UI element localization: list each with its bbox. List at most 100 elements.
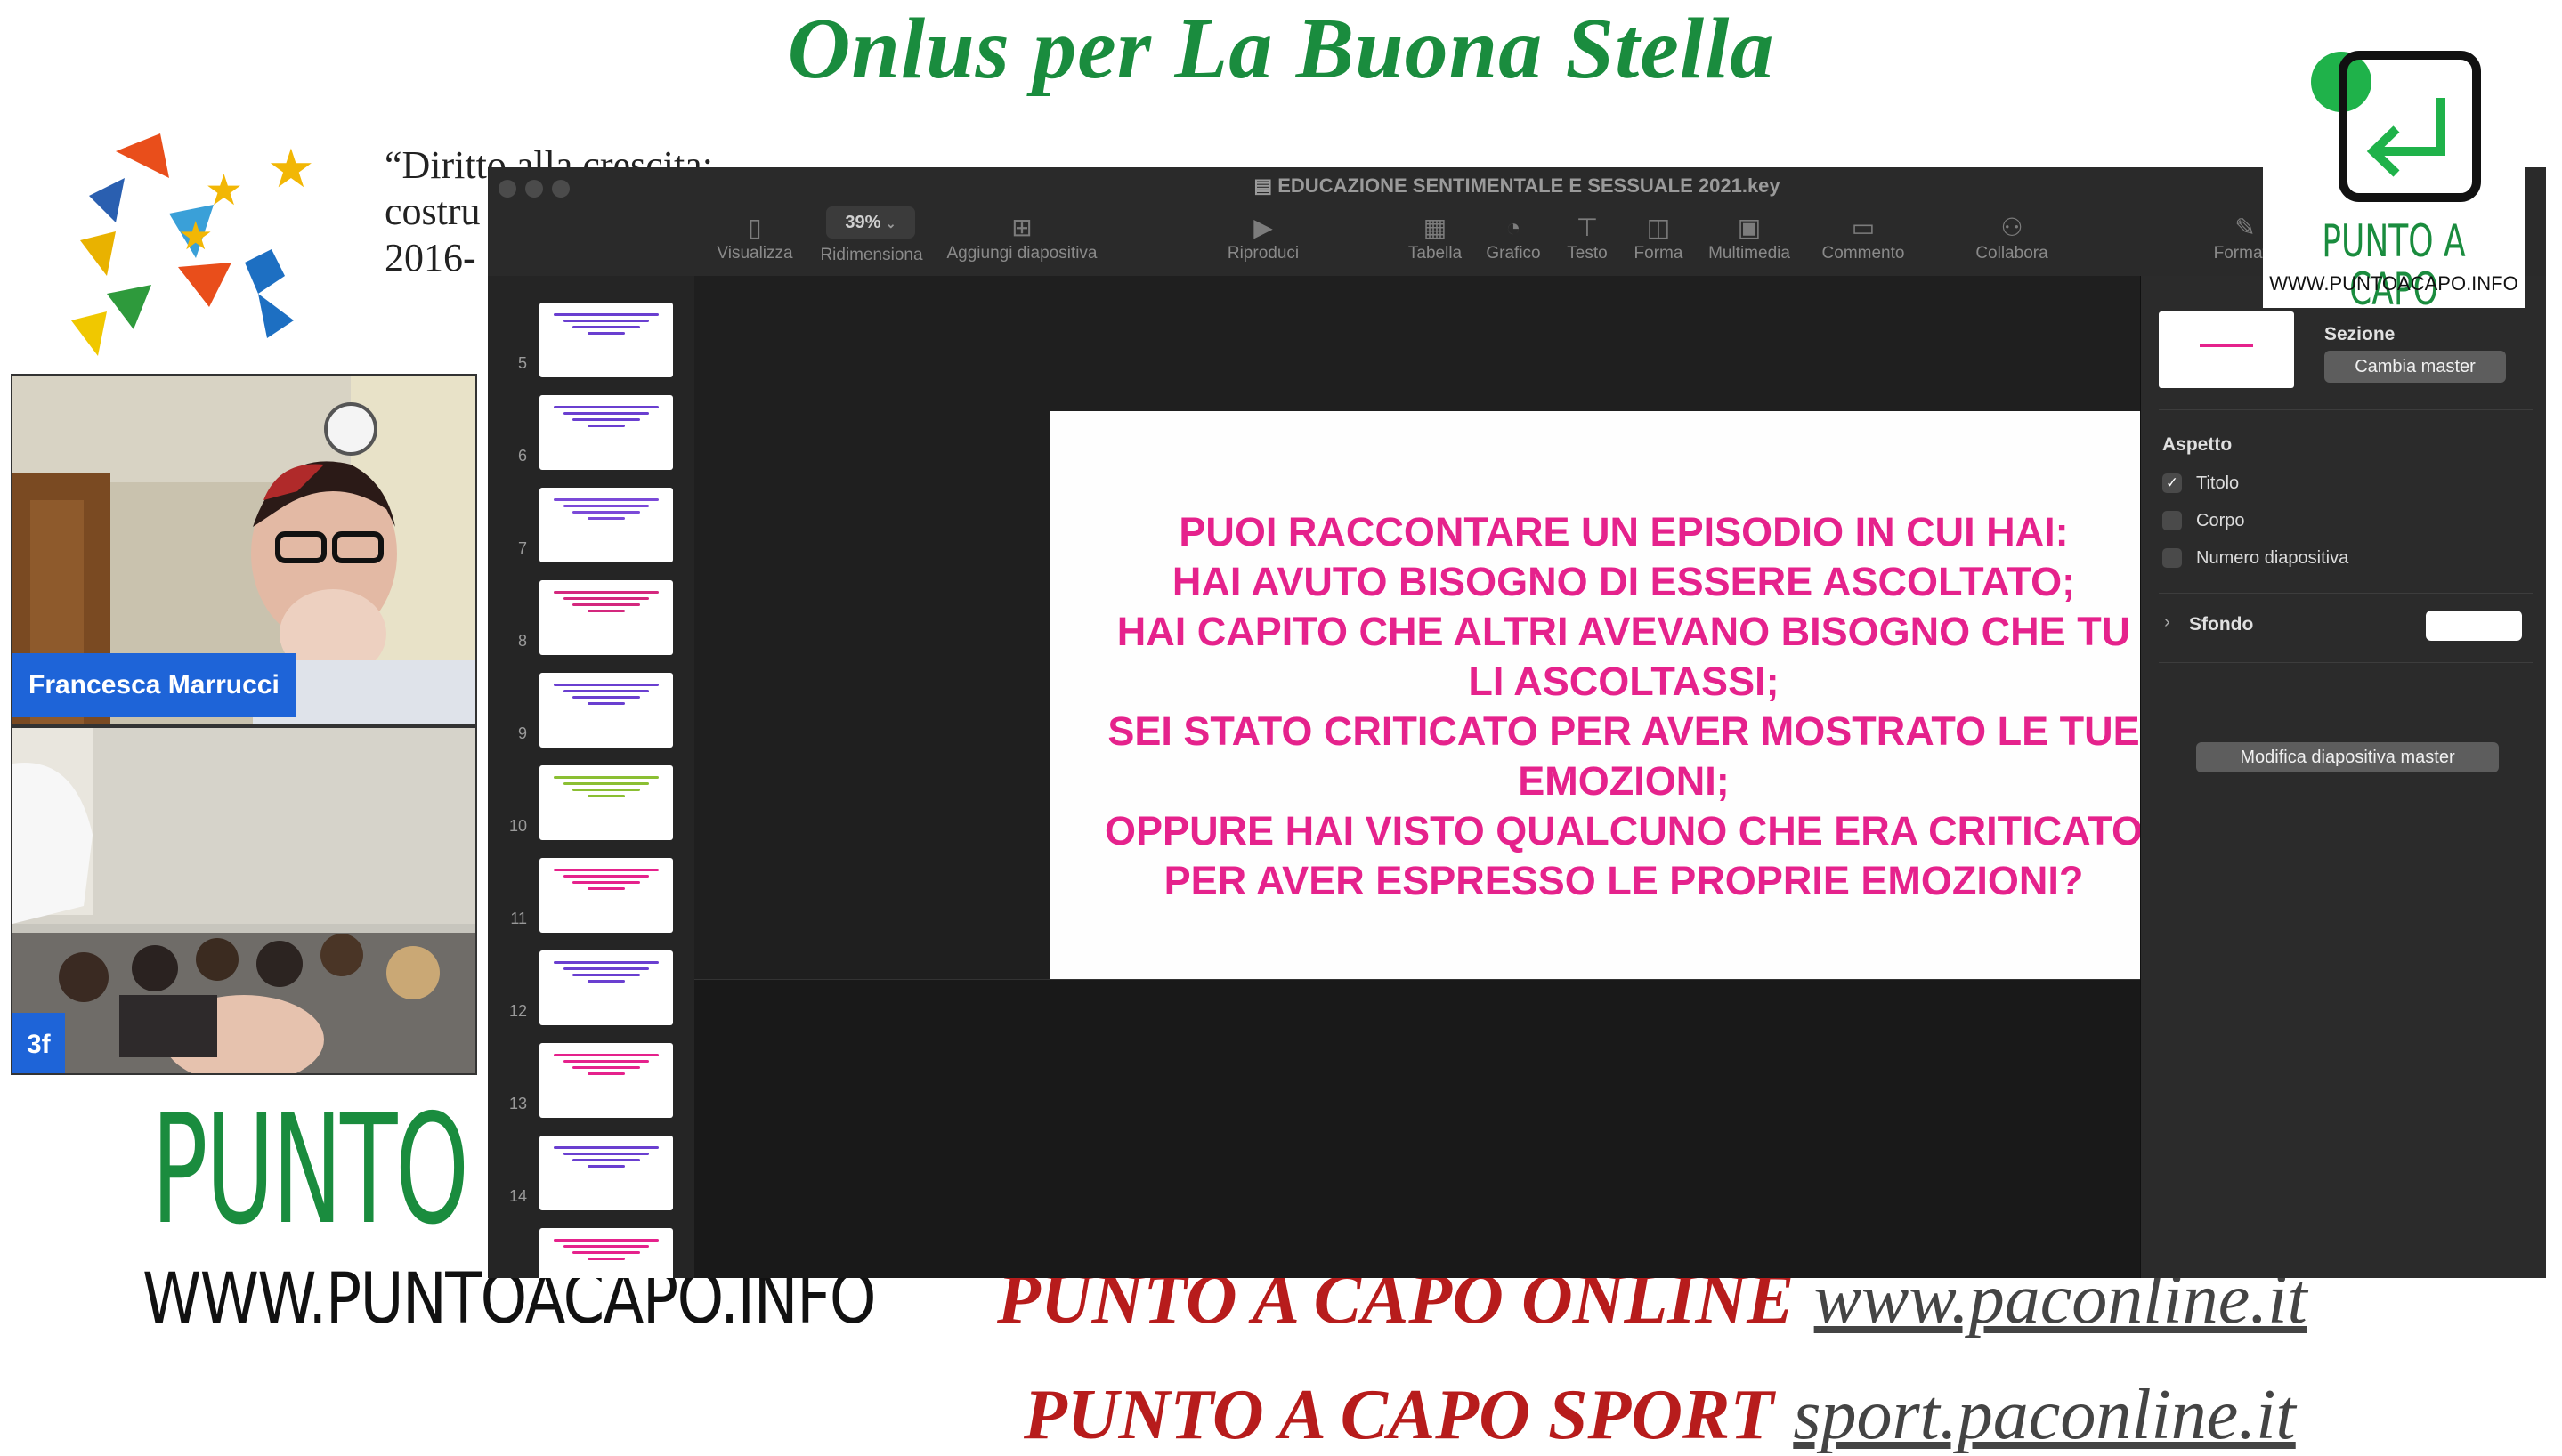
zoom-dropdown[interactable]: 39% ⌄ bbox=[826, 206, 915, 239]
slide-text-line: PUOI RACCONTARE UN EPISODIO IN CUI HAI: bbox=[1179, 509, 2069, 554]
corner-logo-text: PUNTO A CAPO bbox=[2322, 215, 2466, 315]
chart-icon: ◔ bbox=[1505, 214, 1521, 241]
slide-thumbnail[interactable] bbox=[539, 858, 673, 933]
shape-icon: ◫ bbox=[1646, 214, 1671, 241]
add-slide-button[interactable]: ⊞ Aggiungi diapositiva bbox=[942, 212, 1102, 263]
add-slide-icon: ⊞ bbox=[1011, 214, 1033, 241]
comment-button[interactable]: ▭ Commento bbox=[1814, 212, 1912, 263]
chevron-down-icon: ⌄ bbox=[885, 216, 896, 231]
slide-thumbnail[interactable] bbox=[539, 303, 673, 377]
thumbnail-text-line bbox=[563, 1060, 650, 1063]
thumbnail-text-line bbox=[588, 980, 625, 983]
change-master-button[interactable]: Cambia master bbox=[2324, 351, 2506, 383]
participant-name-tag: 3f bbox=[12, 1013, 65, 1073]
slide-thumbnail[interactable] bbox=[539, 1136, 673, 1210]
window-title: ▤ EDUCAZIONE SENTIMENTALE E SESSUALE 202… bbox=[488, 174, 2546, 198]
slide-thumbnail[interactable] bbox=[539, 488, 673, 562]
table-icon: ▦ bbox=[1423, 214, 1447, 241]
table-label: Tabella bbox=[1407, 244, 1463, 263]
background-color-well[interactable] bbox=[2426, 611, 2522, 641]
master-title-line bbox=[2200, 344, 2253, 347]
shape-label: Forma bbox=[1634, 244, 1683, 263]
slide-thumbnail[interactable] bbox=[539, 395, 673, 470]
thumbnail-text-line bbox=[572, 1159, 640, 1161]
play-button[interactable]: ▶ Riproduci bbox=[1214, 212, 1312, 263]
slide-number-label: 7 bbox=[517, 539, 527, 557]
thumbnail-text-line bbox=[554, 498, 659, 501]
sidebar-view-icon: ▯ bbox=[748, 214, 762, 241]
slide-number-label: 13 bbox=[508, 1095, 527, 1112]
window-title-text: EDUCAZIONE SENTIMENTALE E SESSUALE 2021.… bbox=[1277, 174, 1780, 197]
slide-number-checkbox[interactable] bbox=[2162, 548, 2182, 568]
collaborate-button[interactable]: ⚇ Collabora bbox=[1967, 212, 2056, 263]
appearance-label: Aspetto bbox=[2162, 434, 2233, 455]
thumbnail-text-line bbox=[563, 320, 650, 322]
collaborate-label: Collabora bbox=[1975, 244, 2048, 263]
media-button[interactable]: ▣ Multimedia bbox=[1700, 212, 1798, 263]
thumbnail-text-line bbox=[563, 1245, 650, 1248]
slide-thumbnail[interactable] bbox=[539, 765, 673, 840]
title-checkbox[interactable]: ✓ bbox=[2162, 473, 2182, 493]
thumbnail-text-line bbox=[572, 1251, 640, 1254]
slide-text-line: SEI STATO CRITICATO PER AVER MOSTRATO LE… bbox=[1107, 708, 2140, 754]
thumbnail-text-line bbox=[554, 1239, 659, 1242]
webcam-feed-image bbox=[12, 728, 475, 1073]
punto-a-capo-logo: PUNTO A CAPO WWW.PUNTOACAPO.INFO bbox=[2263, 36, 2525, 313]
slide-text-line: LI ASCOLTASSI; bbox=[1468, 659, 1780, 704]
edit-master-slide-button[interactable]: Modifica diapositiva master bbox=[2196, 742, 2499, 772]
resize-label: Ridimensiona bbox=[820, 246, 923, 264]
slide-text-line: EMOZIONI; bbox=[1518, 758, 1730, 804]
slide-thumbnail[interactable] bbox=[539, 580, 673, 655]
slide-thumbnail[interactable] bbox=[539, 673, 673, 748]
background-label[interactable]: Sfondo bbox=[2189, 614, 2253, 635]
thumbnail-text-line bbox=[554, 1054, 659, 1056]
return-arrow-icon bbox=[2311, 51, 2481, 202]
play-icon: ▶ bbox=[1253, 214, 1273, 241]
presenter-notes-area[interactable] bbox=[694, 979, 2183, 1278]
master-thumbnail[interactable] bbox=[2159, 311, 2294, 388]
thumbnail-text-line bbox=[572, 418, 640, 421]
chart-button[interactable]: ◔ Grafico bbox=[1478, 212, 1549, 263]
slide-text-line: HAI AVUTO BISOGNO DI ESSERE ASCOLTATO; bbox=[1172, 559, 2076, 604]
footer-sport-url[interactable]: sport.paconline.it bbox=[1793, 1376, 2295, 1454]
thumbnail-text-line bbox=[588, 795, 625, 797]
participant-name-tag: Francesca Marrucci bbox=[12, 653, 296, 717]
thumbnail-text-line bbox=[588, 1072, 625, 1075]
checkmark-icon: ✓ bbox=[2165, 474, 2179, 491]
thumbnail-text-line bbox=[563, 505, 650, 507]
slide-number-label: 6 bbox=[517, 447, 527, 465]
shape-button[interactable]: ◫ Forma bbox=[1627, 212, 1690, 263]
participant-video-3f[interactable]: 3f bbox=[11, 726, 477, 1075]
text-button[interactable]: ⊤ Testo bbox=[1556, 212, 1618, 263]
inspector-divider bbox=[2159, 409, 2533, 410]
thumbnail-text-line bbox=[554, 1146, 659, 1149]
thumbnail-text-line bbox=[563, 690, 650, 692]
banner-title: Onlus per La Buona Stella bbox=[787, 1, 1775, 97]
body-checkbox[interactable] bbox=[2162, 511, 2182, 530]
play-label: Riproduci bbox=[1227, 244, 1300, 263]
title-checkbox-label: Titolo bbox=[2196, 473, 2240, 493]
view-label: Visualizza bbox=[717, 244, 793, 263]
media-icon: ▣ bbox=[1737, 214, 1762, 241]
thumbnail-text-line bbox=[572, 603, 640, 606]
slide-thumbnail[interactable] bbox=[539, 1228, 673, 1278]
slide-number-label: 14 bbox=[508, 1187, 527, 1205]
current-slide[interactable]: PUOI RACCONTARE UN EPISODIO IN CUI HAI: H… bbox=[1050, 411, 2197, 1056]
body-checkbox-label: Corpo bbox=[2196, 511, 2245, 530]
zoom-value: 39% bbox=[845, 213, 881, 232]
footer-sport-label: PUNTO A CAPO SPORT bbox=[1024, 1376, 1774, 1454]
keynote-toolbar: ▤ EDUCAZIONE SENTIMENTALE E SESSUALE 202… bbox=[488, 167, 2546, 277]
thumbnail-text-line bbox=[563, 597, 650, 600]
slide-text-line: OPPURE HAI VISTO QUALCUNO CHE ERA CRITIC… bbox=[1105, 808, 2143, 853]
thumbnail-text-line bbox=[554, 313, 659, 316]
slide-navigator[interactable]: 56789101112131415 bbox=[488, 276, 695, 1278]
slide-thumbnail[interactable] bbox=[539, 1043, 673, 1118]
chevron-right-icon[interactable]: › bbox=[2164, 612, 2170, 633]
thumbnail-text-line bbox=[554, 961, 659, 964]
table-button[interactable]: ▦ Tabella bbox=[1401, 212, 1469, 263]
participant-video-francesca[interactable]: Francesca Marrucci bbox=[11, 374, 477, 726]
view-button[interactable]: ▯ Visualizza bbox=[712, 212, 798, 263]
slide-thumbnail[interactable] bbox=[539, 950, 673, 1025]
inspector-divider bbox=[2159, 662, 2533, 663]
slide-body-text[interactable]: PUOI RACCONTARE UN EPISODIO IN CUI HAI: H… bbox=[1090, 507, 2158, 906]
